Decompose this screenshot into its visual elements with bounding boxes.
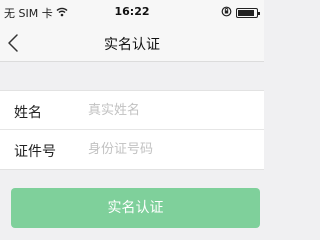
page-title: 实名认证 bbox=[104, 37, 160, 53]
status-right-group bbox=[221, 6, 260, 20]
status-bar: 无 SIM 卡 16:22 bbox=[0, 0, 264, 24]
battery-icon bbox=[236, 8, 260, 18]
name-row: 姓名 bbox=[0, 91, 264, 130]
battery-level bbox=[238, 10, 254, 16]
id-number-row: 证件号 bbox=[0, 130, 264, 169]
id-number-label: 证件号 bbox=[14, 144, 56, 160]
navigation-bar: 实名认证 bbox=[0, 24, 264, 62]
id-number-input[interactable] bbox=[88, 136, 258, 162]
name-input[interactable] bbox=[88, 97, 258, 123]
verify-button[interactable]: 实名认证 bbox=[11, 188, 260, 228]
identity-form: 姓名 证件号 bbox=[0, 90, 264, 170]
name-label: 姓名 bbox=[14, 105, 42, 121]
rotation-lock-icon bbox=[221, 6, 232, 20]
